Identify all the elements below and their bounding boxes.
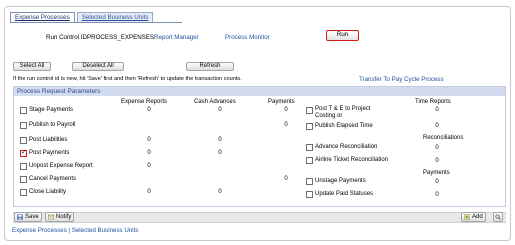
run-button[interactable]: Run: [326, 30, 359, 41]
publish-to-payroll-payments: 0: [284, 122, 288, 128]
post-payments-expense: 0: [147, 150, 151, 156]
advance-reconciliation-label: Advance Reconciliation: [315, 144, 378, 150]
add-button[interactable]: Add: [461, 212, 486, 222]
process-request-parameters: Process Request Parameters Expense Repor…: [13, 86, 506, 207]
col-reconciliations: Reconciliations: [423, 135, 464, 141]
stage-payments-cash: 0: [218, 107, 222, 113]
stage-payments-payments: 0: [284, 107, 288, 113]
post-te-project-costing-checkbox[interactable]: [306, 107, 313, 114]
hint-text: If the run control id is new, hit 'Save'…: [13, 76, 242, 82]
stage-payments-expense: 0: [147, 107, 151, 113]
publish-elapsed-time-checkbox[interactable]: [306, 123, 313, 130]
notify-icon: [48, 214, 54, 220]
page-toolbar: [13, 212, 506, 223]
run-control-label: Run Control ID: [46, 34, 87, 41]
col-payments: Payments: [268, 99, 295, 105]
post-liabilities-expense: 0: [147, 137, 151, 143]
process-monitor-link[interactable]: Process Monitor: [225, 34, 270, 41]
notify-button[interactable]: Notify: [45, 212, 75, 222]
update-paid-statuses-value: 0: [435, 192, 439, 198]
post-liabilities-cash: 0: [218, 137, 222, 143]
notify-label: Notify: [56, 214, 72, 220]
add-icon: [464, 214, 470, 220]
airline-ticket-reconciliation-checkbox[interactable]: [306, 157, 313, 164]
unstage-payments-checkbox[interactable]: [306, 178, 313, 185]
cancel-payments-label: Cancel Payments: [29, 176, 77, 182]
select-all-button[interactable]: Select All: [13, 62, 51, 71]
footer-links[interactable]: Expense Processes | Selected Business Un…: [12, 227, 138, 234]
post-liabilities-label: Post Liabilities: [29, 137, 68, 143]
report-manager-link[interactable]: Report Manager: [154, 34, 199, 41]
col-payments-right: Payments: [423, 170, 450, 176]
params-title: Process Request Parameters: [14, 87, 505, 96]
col-time-reports: Time Reports: [415, 99, 451, 105]
close-liability-cash: 0: [218, 189, 222, 195]
deselect-all-button[interactable]: Deselect All: [72, 62, 124, 71]
advance-reconciliation-checkbox[interactable]: [306, 144, 313, 151]
stage-payments-label: Stage Payments: [29, 107, 74, 113]
publish-elapsed-time-value: 0: [435, 123, 439, 129]
transfer-pay-cycle-link[interactable]: Transfer To Pay Cycle Process: [359, 76, 444, 83]
run-control-value: PROCESS_EXPENSES: [87, 34, 155, 41]
unpost-expense-report-expense: 0: [147, 163, 151, 169]
save-icon: [17, 214, 23, 220]
airline-ticket-reconciliation-label: Airline Ticket Reconciliation: [315, 157, 389, 163]
unstage-payments-value: 0: [435, 179, 439, 185]
publish-elapsed-time-label: Publish Elapsed Time: [315, 123, 373, 129]
close-liability-expense: 0: [147, 189, 151, 195]
post-te-project-costing-value: 0: [435, 107, 439, 113]
col-expense-reports: Expense Reports: [121, 99, 168, 105]
cancel-payments-payments: 0: [284, 176, 288, 182]
update-paid-statuses-checkbox[interactable]: [306, 191, 313, 198]
add-label: Add: [472, 214, 483, 220]
stage-payments-checkbox[interactable]: [20, 107, 27, 114]
unstage-payments-label: Unstage Payments: [315, 178, 366, 184]
update-paid-statuses-label: Update Paid Statuses: [315, 191, 374, 197]
publish-to-payroll-checkbox[interactable]: [20, 122, 27, 129]
col-cash-advances: Cash Advances: [194, 99, 236, 105]
tab-label: Selected Business Units: [81, 14, 149, 21]
post-payments-checkbox[interactable]: [20, 148, 27, 157]
post-payments-label: Post Payments: [29, 150, 70, 156]
post-payments-cash: 0: [218, 150, 222, 156]
airline-ticket-reconciliation-value: 0: [435, 158, 439, 164]
save-label: Save: [25, 214, 39, 220]
post-te-project-costing-label: Post T & E to Project Costing or: [315, 106, 371, 119]
unpost-expense-report-label: Unpost Expense Report: [29, 163, 93, 169]
tab-underline: [10, 22, 182, 23]
page: Expense Processes Selected Business Unit…: [0, 0, 515, 245]
advance-reconciliation-value: 0: [435, 145, 439, 151]
search-icon: [495, 214, 501, 220]
post-liabilities-checkbox[interactable]: [20, 137, 27, 144]
close-liability-label: Close Liability: [29, 189, 67, 195]
tab-label: Expense Processes: [15, 14, 70, 21]
refresh-button[interactable]: Refresh: [186, 62, 234, 71]
search-button[interactable]: [493, 212, 503, 222]
publish-to-payroll-label: Publish to Payroll: [29, 122, 76, 128]
save-button[interactable]: Save: [14, 212, 42, 222]
cancel-payments-checkbox[interactable]: [20, 176, 27, 183]
close-liability-checkbox[interactable]: [20, 189, 27, 196]
unpost-expense-report-checkbox[interactable]: [20, 163, 27, 170]
